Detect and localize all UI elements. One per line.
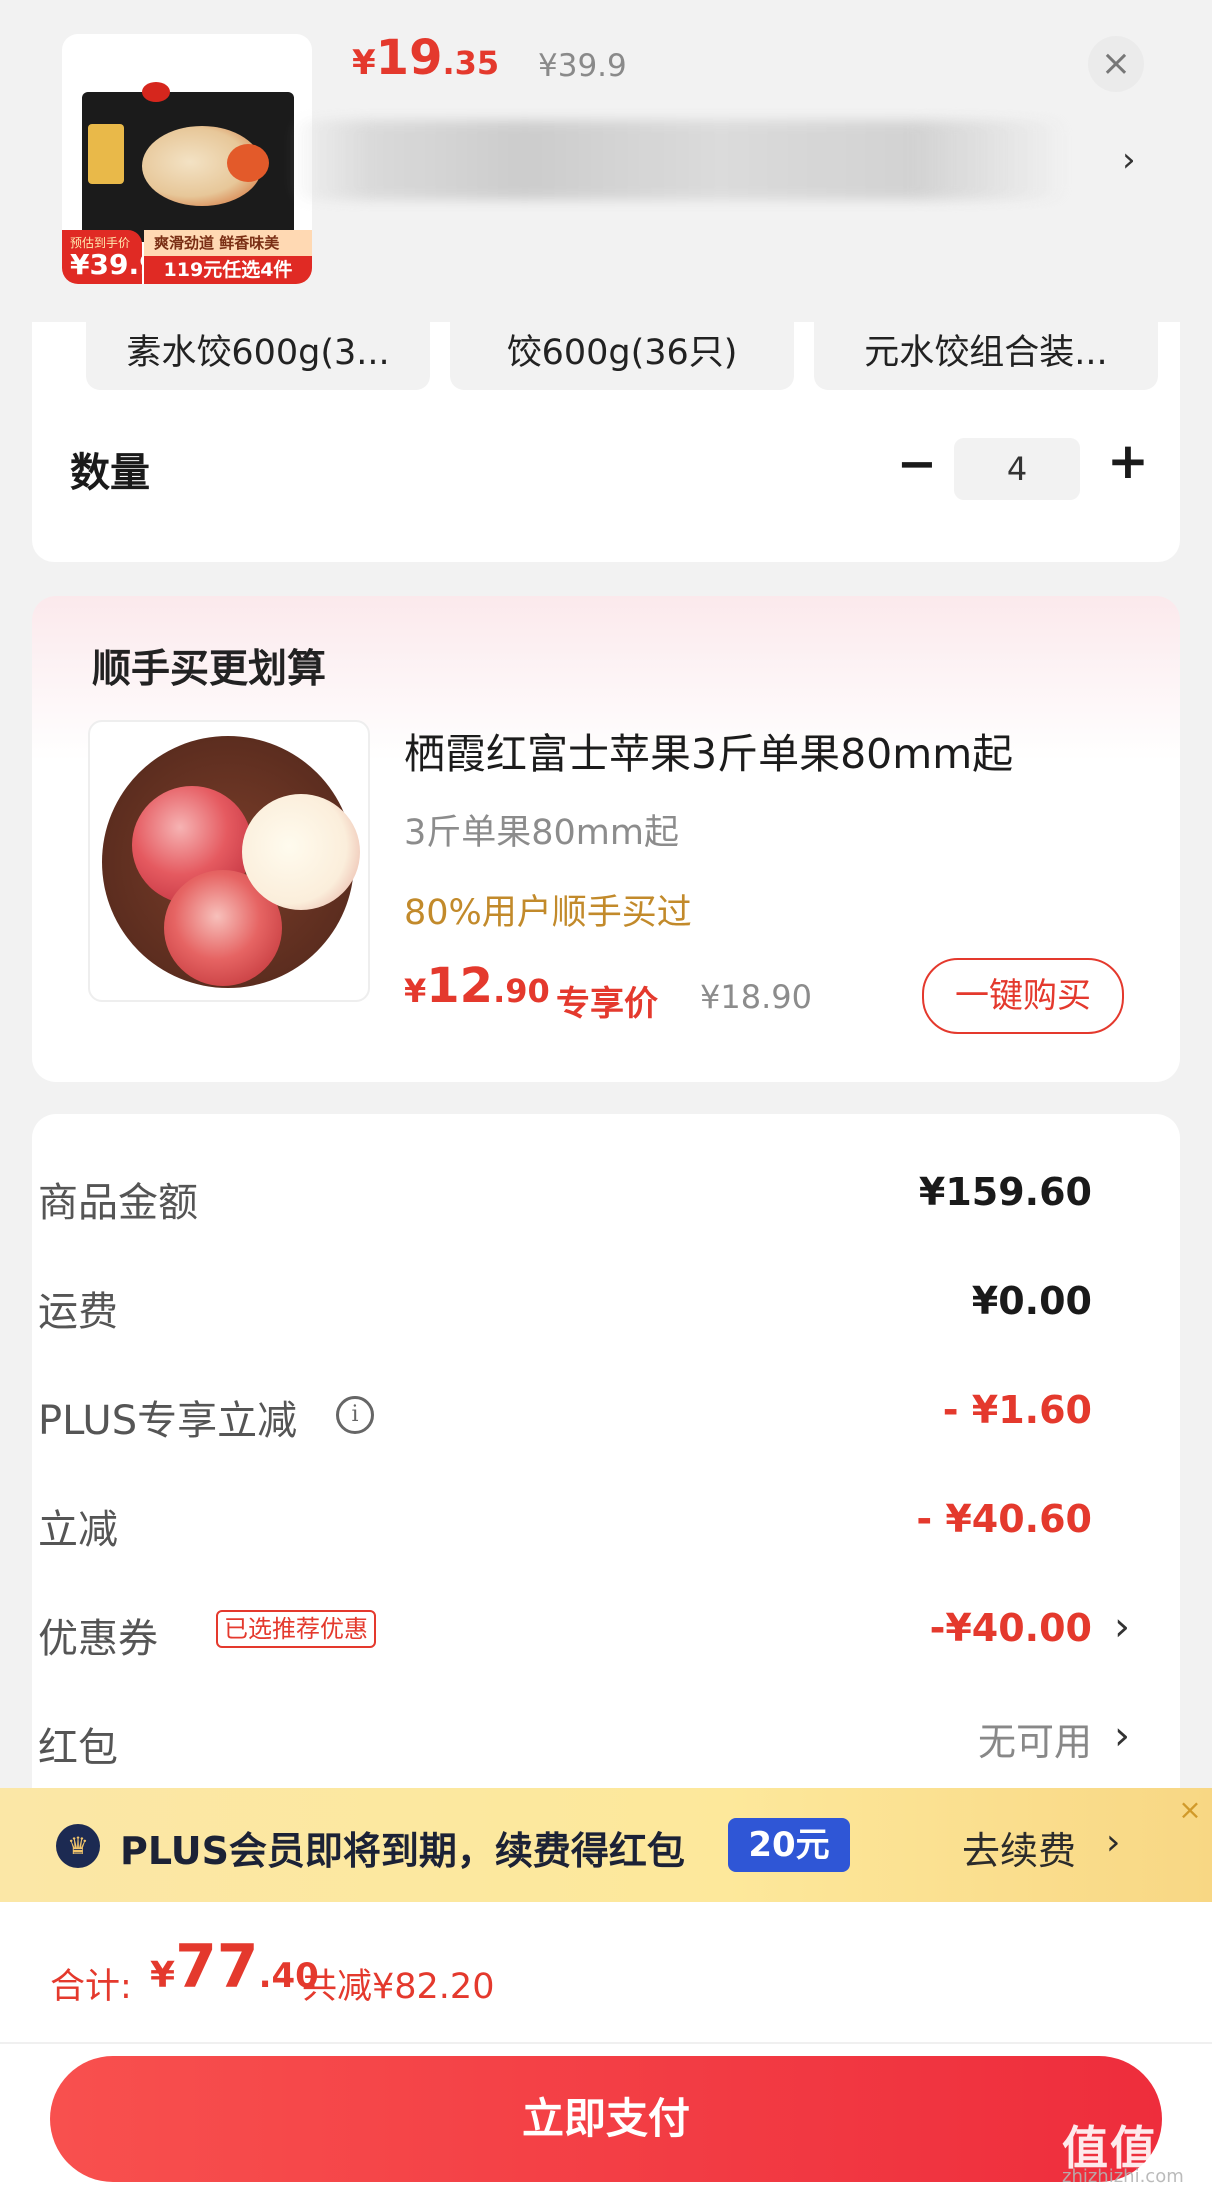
- plate-image: [102, 736, 360, 988]
- apple-product-image[interactable]: [88, 720, 370, 1002]
- shipping-label: 运费: [38, 1289, 118, 1335]
- plus-renew-banner[interactable]: ♛ PLUS会员即将到期，续费得红包 20元 去续费 › ×: [0, 1788, 1212, 1902]
- total-price: ¥77.40: [150, 1932, 319, 2002]
- recommend-card: 顺手买更划算 栖霞红富士苹果3斤单果80mm起 3斤单果80mm起 80%用户顺…: [32, 596, 1180, 1082]
- quantity-input[interactable]: 4: [954, 438, 1080, 500]
- close-button[interactable]: ×: [1088, 36, 1144, 92]
- variant-chip[interactable]: 素水饺600g(3...: [86, 322, 430, 390]
- quantity-label: 数量: [70, 450, 150, 496]
- exclusive-price-tag: 专享价: [556, 984, 658, 1024]
- quantity-minus-button[interactable]: −: [892, 440, 942, 488]
- blurred-product-title: [290, 120, 1070, 200]
- watermark-site: zhizhizhi.com: [1062, 2166, 1184, 2187]
- chevron-right-icon[interactable]: ›: [1114, 1604, 1130, 1650]
- chevron-right-icon[interactable]: ›: [1106, 1822, 1120, 1863]
- subtotal-label: 商品金额: [38, 1180, 198, 1226]
- recommend-price: ¥12.90: [404, 958, 550, 1014]
- shipping-value: ¥0.00: [971, 1279, 1092, 1323]
- variant-chip[interactable]: 元水饺组合装...: [814, 322, 1158, 390]
- total-label: 合计:: [50, 1967, 132, 2007]
- close-icon[interactable]: ×: [1168, 1788, 1212, 1832]
- chevron-right-icon[interactable]: ›: [1114, 1713, 1130, 1759]
- apple-half-image: [242, 794, 360, 910]
- recommend-title: 顺手买更划算: [92, 647, 327, 692]
- divider: [0, 2042, 1212, 2044]
- pay-now-button[interactable]: 立即支付: [50, 2056, 1162, 2182]
- product-header: 预估到手价 ¥39.9 爽滑劲道 鲜香味美 119元任选4件 ¥19.35 ¥3…: [0, 0, 1212, 322]
- price-summary-card: [32, 1114, 1180, 1814]
- renew-link[interactable]: 去续费: [962, 1820, 1076, 1875]
- recommend-original-price: ¥18.90: [700, 978, 812, 1016]
- instant-discount-value: - ¥40.60: [916, 1497, 1092, 1541]
- red-packet-value[interactable]: 无可用: [978, 1711, 1092, 1766]
- recommend-product-spec: 3斤单果80mm起: [404, 813, 679, 853]
- plus-crown-icon: ♛: [56, 1824, 100, 1868]
- plus-discount-label: PLUS专享立减: [38, 1398, 298, 1444]
- promo-offer: 119元任选4件: [144, 256, 312, 284]
- coupon-value[interactable]: -¥40.00: [930, 1606, 1092, 1650]
- subtotal-value: ¥159.60: [918, 1170, 1092, 1214]
- recommend-product-name[interactable]: 栖霞红富士苹果3斤单果80mm起: [404, 720, 1013, 780]
- chevron-right-icon[interactable]: ›: [1122, 140, 1136, 180]
- one-click-buy-button[interactable]: 一键购买: [922, 958, 1124, 1034]
- promo-tagline: 爽滑劲道 鲜香味美: [154, 234, 280, 252]
- product-thumbnail[interactable]: 预估到手价 ¥39.9 爽滑劲道 鲜香味美 119元任选4件: [62, 34, 312, 284]
- instant-discount-label: 立减: [38, 1507, 118, 1553]
- red-packet-badge: 20元: [728, 1818, 850, 1872]
- product-price: ¥19.35: [352, 30, 500, 86]
- coupon-selected-badge: 已选推荐优惠: [216, 1610, 376, 1648]
- package-title-block: [88, 124, 124, 184]
- info-icon[interactable]: i: [336, 1396, 374, 1434]
- product-original-price: ¥39.9: [538, 48, 627, 84]
- variant-chip[interactable]: 饺600g(36只): [450, 322, 794, 390]
- brand-logo-icon: [142, 82, 170, 102]
- coupon-label: 优惠券: [38, 1616, 158, 1662]
- close-icon: ×: [1100, 43, 1132, 84]
- spec-card: 素水饺600g(3... 饺600g(36只) 元水饺组合装... 数量 − 4…: [32, 322, 1180, 562]
- plus-discount-value: - ¥1.60: [942, 1388, 1092, 1432]
- estimate-price-badge: 预估到手价 ¥39.9: [62, 230, 159, 284]
- recommend-bought-ratio: 80%用户顺手买过: [404, 893, 692, 933]
- checkout-bar: 合计: ¥77.40 共减¥82.20 立即支付: [0, 1902, 1212, 2194]
- promo-badge: 爽滑劲道 鲜香味美 119元任选4件: [144, 230, 312, 284]
- quantity-plus-button[interactable]: +: [1100, 434, 1156, 488]
- shrimp-image: [227, 144, 269, 182]
- red-packet-label: 红包: [38, 1725, 118, 1771]
- total-saved: 共减¥82.20: [302, 1967, 495, 2007]
- plus-renew-text: PLUS会员即将到期，续费得红包: [120, 1829, 685, 1873]
